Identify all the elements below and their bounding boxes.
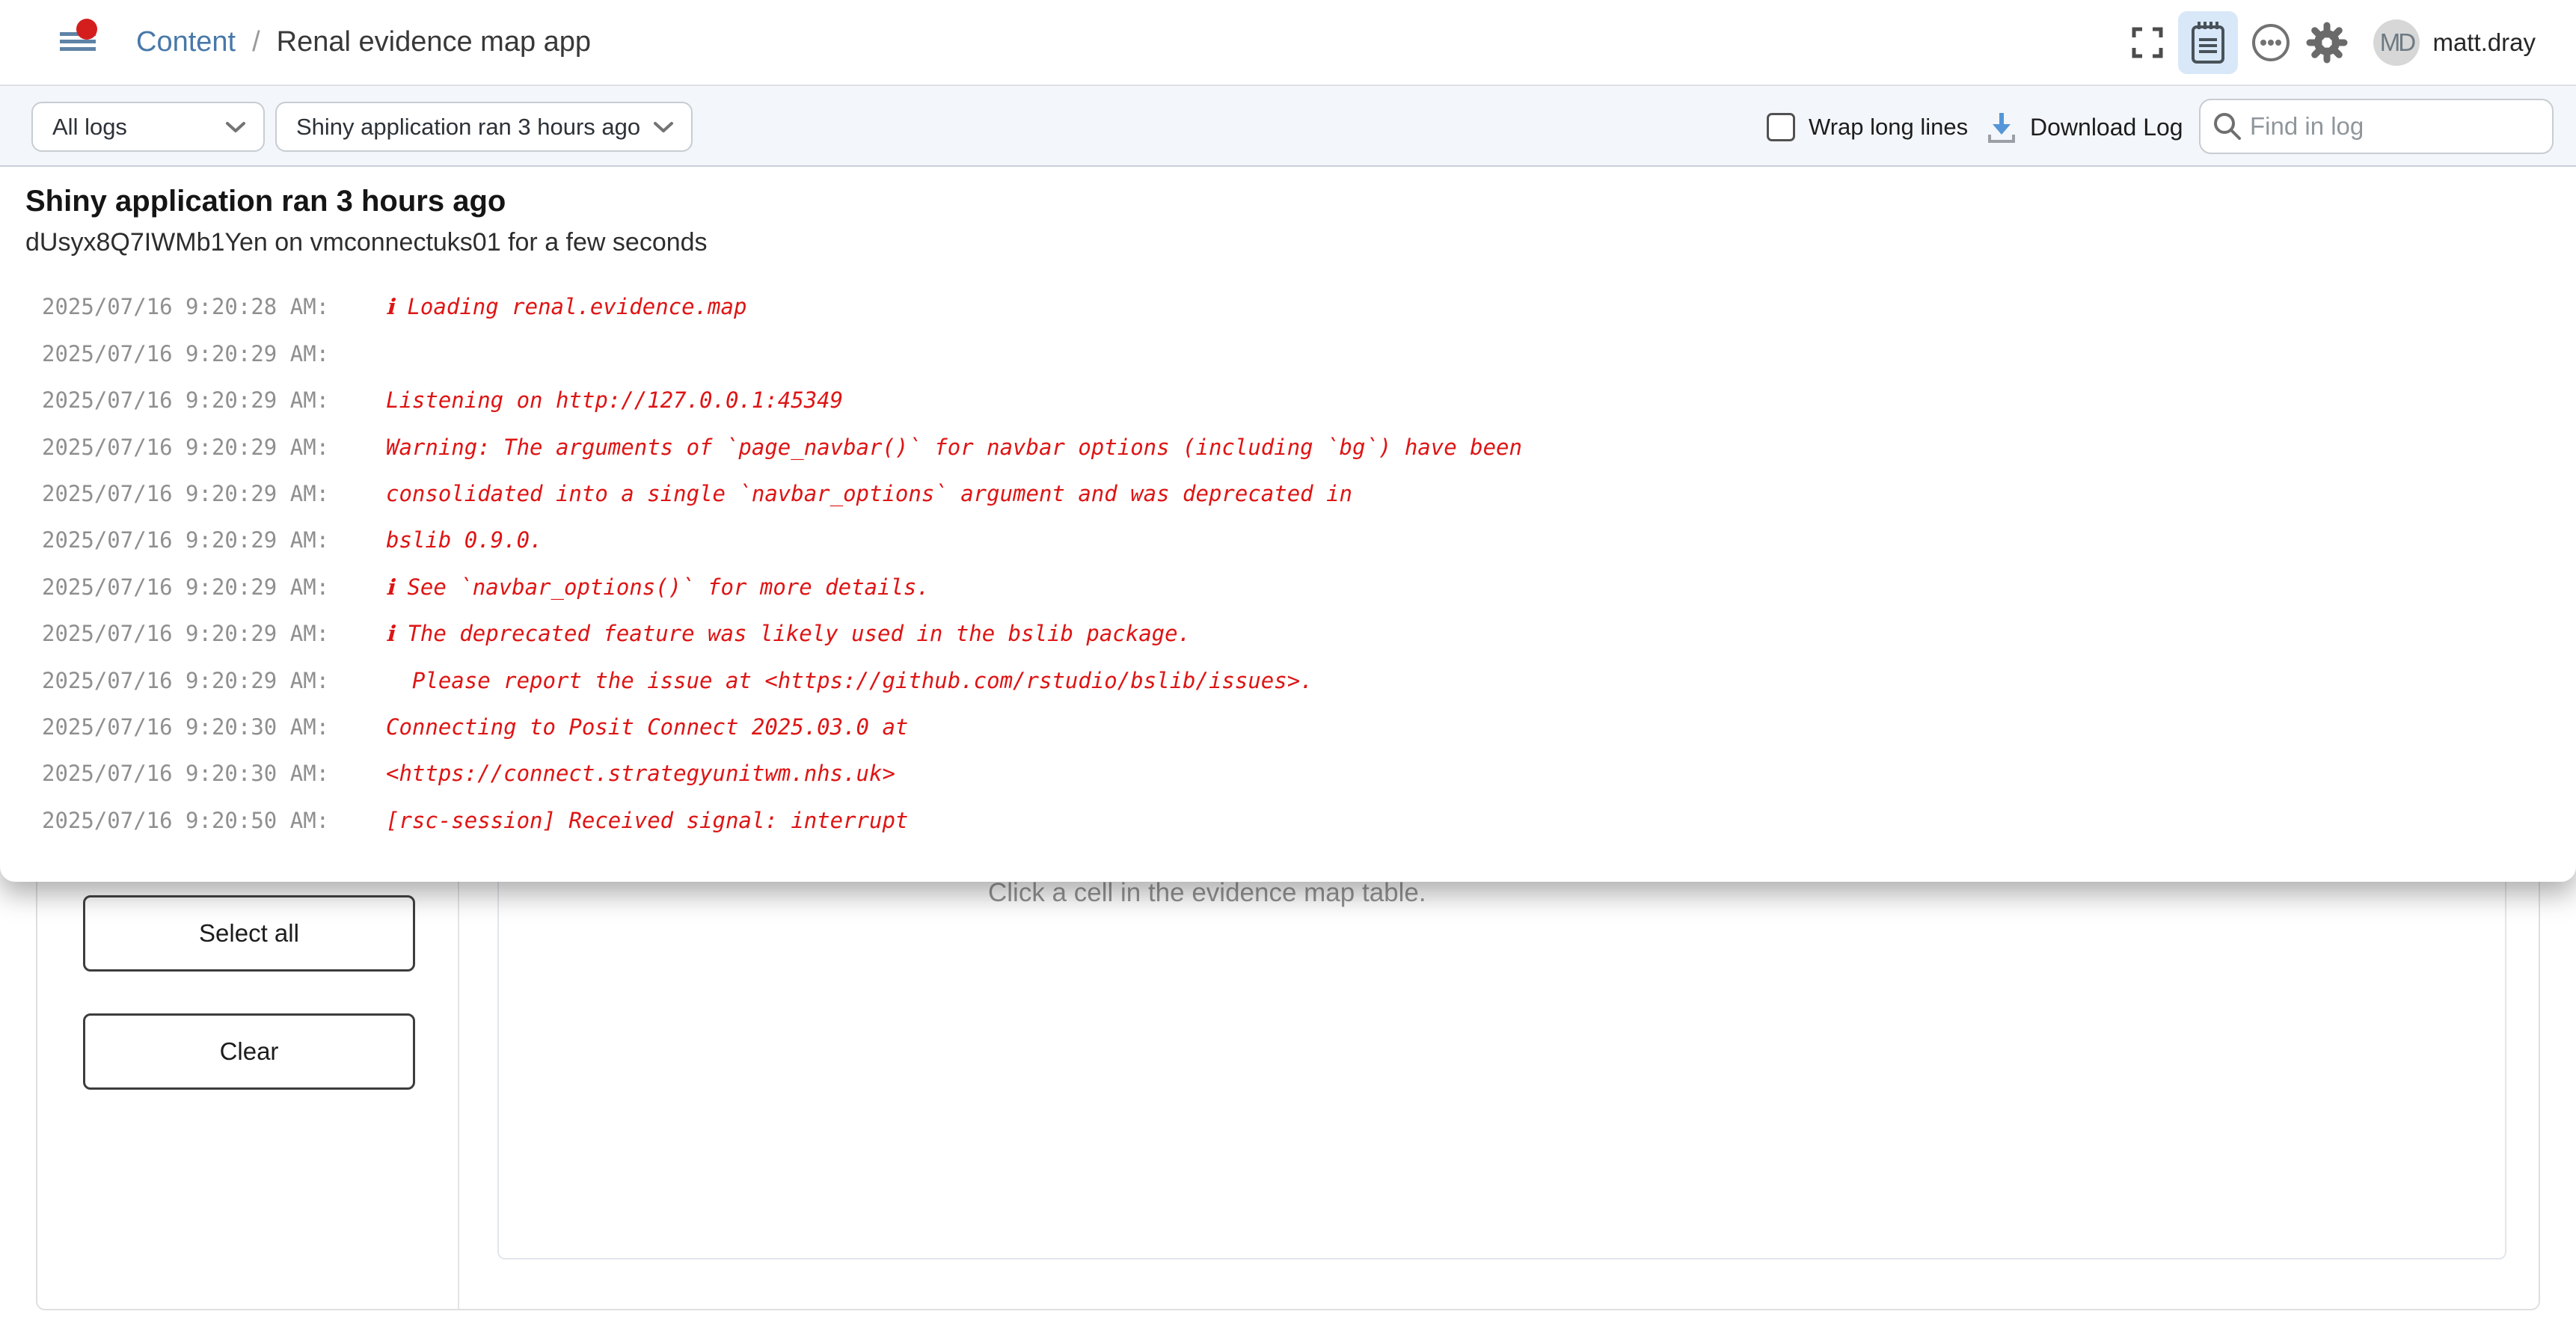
menu-icon (60, 40, 96, 43)
settings-button[interactable] (2304, 19, 2350, 66)
breadcrumb: Content / Renal evidence map app (136, 0, 591, 85)
username[interactable]: matt.dray (2432, 28, 2536, 57)
log-line: 2025/07/16 9:20:29 AM: ℹ The deprecated f… (42, 621, 2546, 667)
log-line: 2025/07/16 9:20:30 AM: Connecting to Posi… (42, 714, 2546, 761)
log-timestamp: 2025/07/16 9:20:29 AM: (42, 574, 341, 600)
log-timestamp: 2025/07/16 9:20:28 AM: (42, 294, 341, 319)
ellipsis-icon (2251, 22, 2291, 63)
log-timestamp: 2025/07/16 9:20:30 AM: (42, 714, 341, 740)
logs-panel-button[interactable] (2178, 11, 2238, 74)
chevron-down-icon (224, 120, 247, 135)
log-line: 2025/07/16 9:20:50 AM: [rsc-session] Rece… (42, 808, 2546, 854)
log-message: bslib 0.9.0. (386, 527, 543, 553)
log-line: 2025/07/16 9:20:29 AM: Listening on http:… (42, 387, 2546, 434)
log-session-select[interactable]: Shiny application ran 3 hours ago c (275, 102, 693, 152)
wrap-long-lines-checkbox[interactable] (1767, 113, 1795, 141)
evidence-map-placeholder: Click a cell in the evidence map table. (988, 878, 1426, 908)
page: Content / Renal evidence map app (0, 0, 2576, 1341)
log-message: ℹ See `navbar_options()` for more detail… (386, 574, 930, 600)
fullscreen-button[interactable] (2126, 22, 2168, 64)
log-message: Please report the issue at <https://gith… (386, 668, 1313, 693)
log-message: Connecting to Posit Connect 2025.03.0 at (386, 714, 908, 740)
log-timestamp: 2025/07/16 9:20:50 AM: (42, 808, 341, 833)
top-header: Content / Renal evidence map app (0, 0, 2576, 85)
log-overlay: All logs Shiny application ran 3 hours a… (0, 85, 2576, 882)
log-timestamp: 2025/07/16 9:20:29 AM: (42, 341, 341, 366)
log-line: 2025/07/16 9:20:29 AM: ℹ See `navbar_opti… (42, 574, 2546, 621)
breadcrumb-separator: / (252, 26, 260, 58)
log-timestamp: 2025/07/16 9:20:30 AM: (42, 761, 341, 786)
log-line: 2025/07/16 9:20:30 AM: <https://connect.s… (42, 761, 2546, 807)
log-clipboard-icon (2190, 19, 2226, 66)
chevron-down-icon (652, 120, 675, 135)
log-line: 2025/07/16 9:20:29 AM: Please report the… (42, 668, 2546, 714)
logo-red-dot-icon (76, 19, 97, 40)
log-message: [rsc-session] Received signal: interrupt (386, 808, 908, 833)
log-timestamp: 2025/07/16 9:20:29 AM: (42, 527, 341, 553)
log-lines: 2025/07/16 9:20:28 AM:Shiny application … (42, 280, 2546, 864)
download-log-button[interactable]: Download Log (1981, 86, 2188, 168)
header-actions: MD matt.dray (2126, 0, 2536, 85)
find-in-log-input[interactable] (2199, 99, 2554, 154)
log-timestamp: 2025/07/16 9:20:29 AM: (42, 621, 341, 646)
download-icon (1985, 109, 2018, 145)
log-message: <https://connect.strategyunitwm.nhs.uk> (386, 761, 895, 786)
log-message: Listening on http://127.0.0.1:45349 (386, 387, 843, 413)
wrap-long-lines-group: Wrap long lines (1767, 86, 1968, 168)
log-line: 2025/07/16 9:20:29 AM: Warning: The argum… (42, 435, 2546, 481)
select-all-button[interactable]: Select all (83, 895, 415, 972)
log-message: ℹ Loading renal.evidence.map (386, 294, 746, 319)
page-title: Renal evidence map app (277, 26, 591, 58)
log-line: 2025/07/16 9:20:28 AM:Shiny application … (42, 280, 2546, 294)
find-in-log (2199, 99, 2554, 154)
wrap-long-lines-label[interactable]: Wrap long lines (1809, 114, 1968, 141)
download-log-label: Download Log (2030, 114, 2183, 141)
log-timestamp: 2025/07/16 9:20:29 AM: (42, 435, 341, 460)
clear-button[interactable]: Clear (83, 1013, 415, 1090)
expand-icon (2131, 26, 2164, 59)
log-line: 2025/07/16 9:20:28 AM: ℹ Loading renal.ev… (42, 294, 2546, 340)
log-session-value: Shiny application ran 3 hours ago c (296, 114, 640, 141)
log-timestamp: 2025/07/16 9:20:29 AM: (42, 668, 341, 693)
more-options-button[interactable] (2248, 19, 2294, 66)
log-message: Warning: The arguments of `page_navbar()… (386, 435, 1522, 460)
breadcrumb-content-link[interactable]: Content (136, 26, 236, 58)
log-line: 2025/07/16 9:20:29 AM: consolidated into … (42, 481, 2546, 527)
log-type-select[interactable]: All logs (31, 102, 265, 152)
log-timestamp: 2025/07/16 9:20:29 AM: (42, 387, 341, 413)
log-timestamp: 2025/07/16 9:20:29 AM: (42, 481, 341, 506)
log-toolbar: All logs Shiny application ran 3 hours a… (0, 85, 2576, 167)
log-message: ℹ The deprecated feature was likely used… (386, 621, 1191, 646)
menu-icon (60, 47, 96, 51)
log-type-value: All logs (52, 114, 127, 141)
avatar[interactable]: MD (2373, 19, 2420, 66)
gear-icon (2306, 22, 2348, 64)
log-line: 2025/07/16 9:20:29 AM: bslib 0.9.0. (42, 527, 2546, 574)
log-message: consolidated into a single `navbar_optio… (386, 481, 1352, 506)
log-session-subtitle: dUsyx8Q7IWMb1Yen on vmconnectuks01 for a… (25, 228, 708, 257)
log-session-title: Shiny application ran 3 hours ago (25, 185, 506, 218)
log-line: 2025/07/16 9:20:29 AM: (42, 341, 2546, 387)
menu-logo-button[interactable] (57, 13, 106, 64)
